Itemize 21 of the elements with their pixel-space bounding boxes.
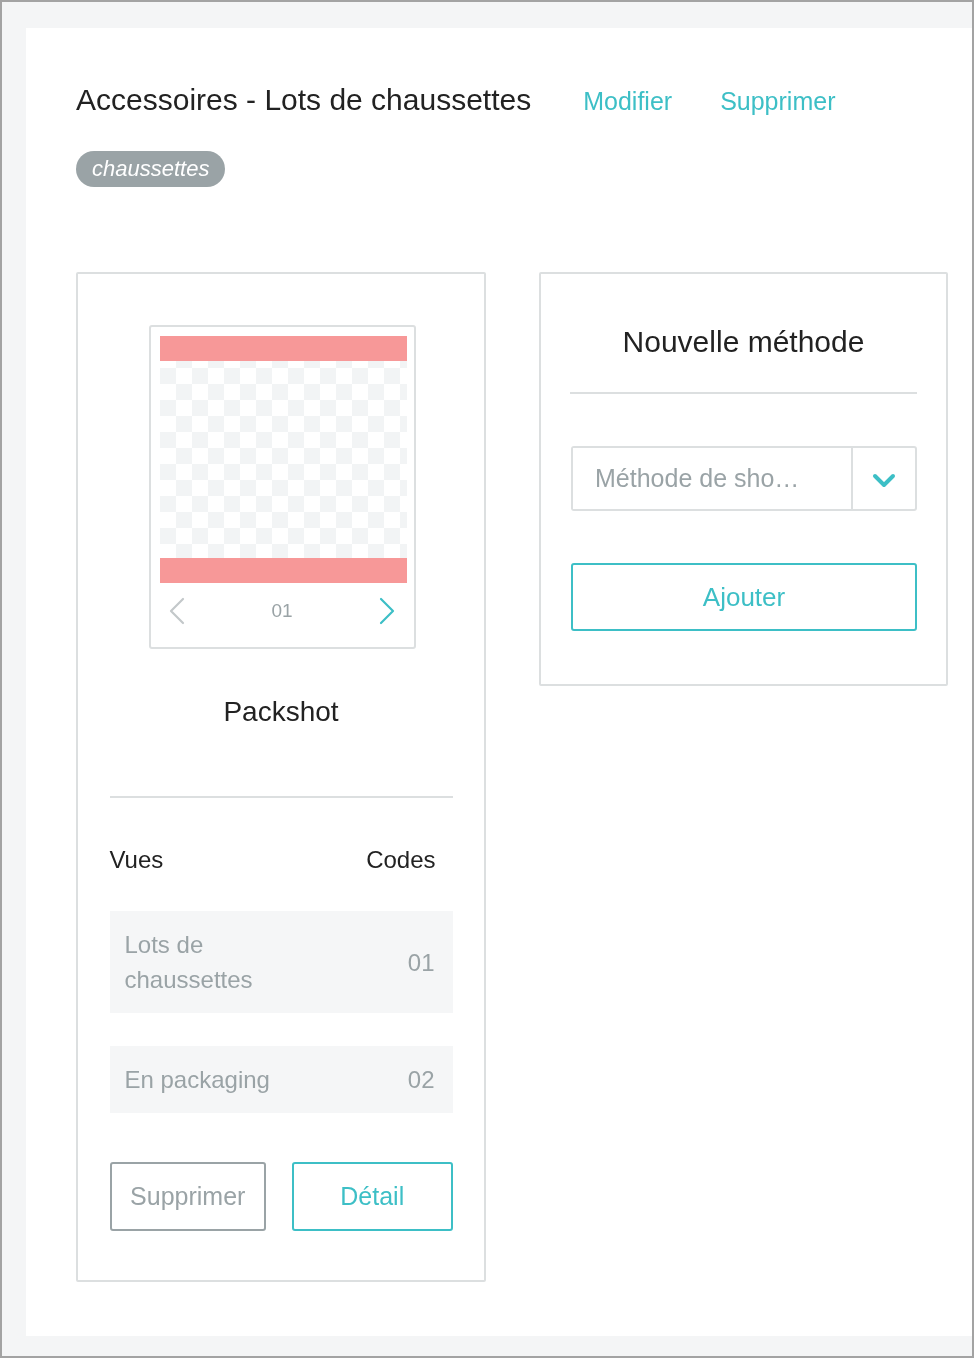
- card-title: Packshot: [223, 695, 339, 729]
- card-title: Nouvelle méthode: [621, 324, 866, 360]
- chevron-down-icon: [872, 473, 896, 488]
- table-cell-text: En packaging: [124, 1065, 270, 1095]
- dropdown-field[interactable]: Méthode de sho…: [571, 446, 917, 511]
- page-counter: 01: [271, 599, 293, 623]
- next-button[interactable]: [378, 597, 397, 625]
- chevron-left-icon: [168, 597, 185, 625]
- delete-button[interactable]: Supprimer: [109, 1162, 266, 1231]
- table-cell-text: 01: [407, 947, 435, 978]
- header-link[interactable]: Modifier: [583, 86, 673, 116]
- chevron-right-icon: [379, 597, 396, 625]
- add-button[interactable]: Ajouter: [571, 563, 917, 631]
- detail-button[interactable]: Détail: [292, 1162, 453, 1231]
- table-cell-text: 02: [407, 1065, 435, 1095]
- column-header: Codes: [366, 845, 436, 875]
- header-link[interactable]: Supprimer: [720, 86, 836, 116]
- table-cell-text: Lots de chaussettes: [124, 930, 254, 995]
- tag-chip: chaussettes: [76, 151, 226, 187]
- page-title: Accessoires - Lots de chaussettes: [76, 82, 532, 118]
- column-header: Vues: [109, 845, 164, 875]
